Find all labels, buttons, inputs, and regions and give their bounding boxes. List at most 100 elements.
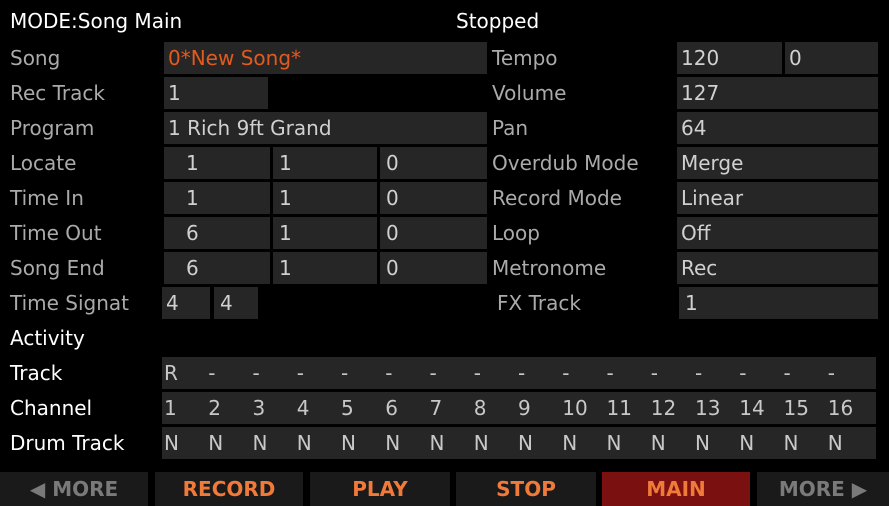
channel-cell-16: 16 bbox=[827, 396, 854, 420]
drum-cell-2: N bbox=[208, 431, 224, 455]
track-cell-10: - bbox=[562, 361, 570, 385]
channel-cell-8: 8 bbox=[473, 396, 487, 420]
activity-track-row: Track R - - - - - - - - - - - - - - - bbox=[0, 357, 889, 389]
drum-cell-6: N bbox=[385, 431, 401, 455]
pan-label: Pan bbox=[492, 116, 529, 140]
track-cell-2: - bbox=[208, 361, 216, 385]
channel-label: Channel bbox=[10, 396, 93, 420]
timeout-tick-field[interactable]: 0 bbox=[380, 217, 487, 249]
track-cell-13: - bbox=[695, 361, 703, 385]
channel-cell-9: 9 bbox=[518, 396, 531, 420]
timeout-bar-field[interactable]: 6 bbox=[164, 217, 270, 249]
drum-cell-11: N bbox=[606, 431, 622, 455]
tempo-field[interactable]: 120 bbox=[677, 42, 782, 74]
volume-field[interactable]: 127 bbox=[677, 77, 878, 109]
loop-label: Loop bbox=[492, 221, 540, 245]
song-row: Song 0*New Song* Tempo 120 0 bbox=[0, 42, 889, 74]
timein-tick-field[interactable]: 0 bbox=[380, 182, 487, 214]
locate-row: Locate 1 1 0 Overdub Mode Merge bbox=[0, 147, 889, 179]
track-cell-11: - bbox=[606, 361, 614, 385]
drum-cell-14: N bbox=[739, 431, 755, 455]
timesig-denominator-field[interactable]: 4 bbox=[214, 287, 258, 319]
timein-bar-field[interactable]: 1 bbox=[164, 182, 270, 214]
songend-label: Song End bbox=[10, 256, 105, 280]
drum-cell-5: N bbox=[341, 431, 356, 455]
drum-cell-10: N bbox=[562, 431, 578, 455]
track-cell-3: - bbox=[252, 361, 260, 385]
tempo-label: Tempo bbox=[492, 46, 558, 70]
drum-cell-16: N bbox=[827, 431, 843, 455]
activity-drum-row: Drum Track N N N N N N N N N N N N N N N N bbox=[0, 427, 889, 459]
track-cell-15: - bbox=[783, 361, 791, 385]
timein-beat-field[interactable]: 1 bbox=[273, 182, 377, 214]
timesig-numerator-field[interactable]: 4 bbox=[162, 287, 210, 319]
track-label: Track bbox=[10, 361, 63, 385]
metronome-field[interactable]: Rec bbox=[677, 252, 878, 284]
volume-label: Volume bbox=[492, 81, 567, 105]
songend-bar-field[interactable]: 6 bbox=[164, 252, 270, 284]
drum-cell-3: N bbox=[252, 431, 268, 455]
channel-cell-6: 6 bbox=[385, 396, 398, 420]
drum-track-label: Drum Track bbox=[10, 431, 125, 455]
tempo-fine-field[interactable]: 0 bbox=[785, 42, 878, 74]
channel-cell-15: 15 bbox=[783, 396, 809, 420]
more-left-button[interactable]: ◀ MORE bbox=[0, 472, 148, 506]
record-button[interactable]: RECORD bbox=[155, 472, 303, 506]
songend-beat-field[interactable]: 1 bbox=[273, 252, 377, 284]
recmode-field[interactable]: Linear bbox=[677, 182, 878, 214]
drum-cell-7: N bbox=[429, 431, 445, 455]
fxtrack-field[interactable]: 1 bbox=[679, 287, 878, 319]
channel-cell-5: 5 bbox=[341, 396, 354, 420]
timein-label: Time In bbox=[10, 186, 84, 210]
track-cell-12: - bbox=[650, 361, 658, 385]
rectrack-row: Rec Track 1 Volume 127 bbox=[0, 77, 889, 109]
track-cell-1: R bbox=[164, 361, 178, 385]
fxtrack-label: FX Track bbox=[497, 291, 581, 315]
timesig-label: Time Signat bbox=[10, 291, 130, 315]
loop-field[interactable]: Off bbox=[677, 217, 878, 249]
channel-cell-7: 7 bbox=[429, 396, 443, 420]
program-field[interactable]: 1 Rich 9ft Grand bbox=[164, 112, 487, 144]
track-cell-4: - bbox=[296, 361, 304, 385]
songend-row: Song End 6 1 0 Metronome Rec bbox=[0, 252, 889, 284]
overdub-field[interactable]: Merge bbox=[677, 147, 878, 179]
locate-tick-field[interactable]: 0 bbox=[380, 147, 487, 179]
drum-cell-12: N bbox=[650, 431, 666, 455]
track-cell-5: - bbox=[341, 361, 349, 385]
metronome-label: Metronome bbox=[492, 256, 607, 280]
song-field[interactable]: 0*New Song* bbox=[164, 42, 487, 74]
timesig-row: Time Signat 4 4 FX Track 1 bbox=[0, 287, 889, 319]
timeout-beat-field[interactable]: 1 bbox=[273, 217, 377, 249]
drum-cell-1: N bbox=[164, 431, 179, 455]
more-right-button[interactable]: MORE ▶ bbox=[757, 472, 889, 506]
timein-row: Time In 1 1 0 Record Mode Linear bbox=[0, 182, 889, 214]
track-cell-7: - bbox=[429, 361, 437, 385]
drum-cell-4: N bbox=[296, 431, 312, 455]
locate-beat-field[interactable]: 1 bbox=[273, 147, 377, 179]
softbutton-bar: ◀ MORE RECORD PLAY STOP MAIN MORE ▶ bbox=[0, 472, 889, 506]
timeout-row: Time Out 6 1 0 Loop Off bbox=[0, 217, 889, 249]
program-label: Program bbox=[10, 116, 95, 140]
pan-field[interactable]: 64 bbox=[677, 112, 878, 144]
play-button[interactable]: PLAY bbox=[310, 472, 450, 506]
drum-cell-9: N bbox=[518, 431, 533, 455]
songend-tick-field[interactable]: 0 bbox=[380, 252, 487, 284]
overdub-label: Overdub Mode bbox=[492, 151, 639, 175]
transport-status: Stopped bbox=[456, 9, 540, 33]
stop-button[interactable]: STOP bbox=[456, 472, 596, 506]
track-cell-16: - bbox=[827, 361, 835, 385]
channel-cell-13: 13 bbox=[695, 396, 721, 420]
track-cell-14: - bbox=[739, 361, 747, 385]
channel-cell-12: 12 bbox=[650, 396, 677, 420]
rectrack-label: Rec Track bbox=[10, 81, 105, 105]
channel-cell-3: 3 bbox=[252, 396, 266, 420]
drum-cell-8: N bbox=[473, 431, 489, 455]
rectrack-field[interactable]: 1 bbox=[164, 77, 268, 109]
main-button[interactable]: MAIN bbox=[602, 472, 750, 506]
locate-bar-field[interactable]: 1 bbox=[164, 147, 270, 179]
activity-title: Activity bbox=[10, 326, 85, 350]
drum-cell-15: N bbox=[783, 431, 799, 455]
locate-label: Locate bbox=[10, 151, 77, 175]
drum-cell-13: N bbox=[695, 431, 710, 455]
track-cell-9: - bbox=[518, 361, 526, 385]
